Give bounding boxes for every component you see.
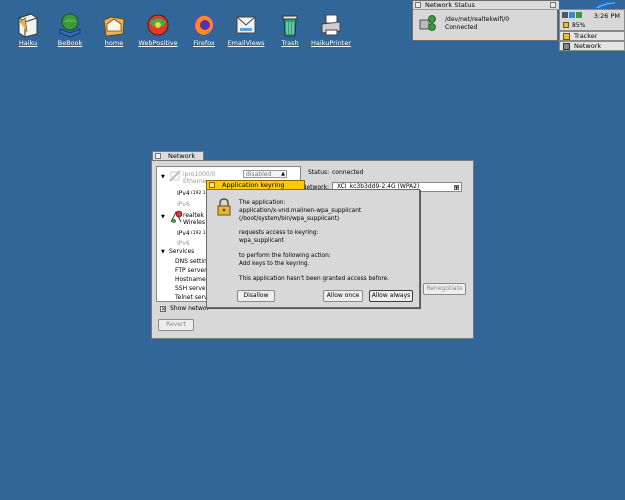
disallow-button[interactable]: Disallow [237,290,275,302]
email-icon [233,12,259,38]
show-networks-checkbox[interactable]: ✕ [160,306,166,313]
webpositive-globe-icon [145,12,171,38]
tray-app-icon[interactable] [562,12,568,18]
deskbar-tracker-item[interactable]: Tracker [559,31,625,41]
keyring-dialog-title-tab[interactable]: Application keyring access [206,180,305,197]
expand-arrow-icon[interactable]: ▼ [161,214,165,220]
close-icon[interactable] [209,182,215,188]
deskbar-network-item[interactable]: Network [559,41,625,51]
show-networks-label: Show networ [170,305,209,312]
status-label: Status: [308,169,330,176]
tray-network-icon[interactable] [576,12,582,18]
services-label[interactable]: Services [169,248,194,255]
renegotiate-button[interactable]: Renegotiate [423,283,466,295]
window-title: Network Status [425,1,475,9]
close-icon[interactable] [415,2,421,8]
service-item[interactable]: SSH server [175,285,208,292]
deskbar-item-label: Network [574,42,602,50]
close-icon[interactable] [155,153,161,159]
ipv4-label[interactable]: IPv4 [177,230,190,237]
tray-volume-icon[interactable] [569,12,575,18]
desktop-icon-haikuprinter[interactable]: HaikuPrinter [303,12,359,47]
dialog-app-path: (/boot/system/bin/wpa_supplicant) [239,216,340,222]
dialog-app-signature: application/x-vnd.malinen-wpa_supplicant [239,208,362,214]
network-window-title-tab[interactable]: Network [152,151,204,160]
chevron-down-icon: ▼ [454,185,459,190]
expand-arrow-icon[interactable]: ▼ [161,249,165,255]
tray-battery-icon[interactable] [563,22,569,28]
tracker-icon [563,33,570,40]
network-status-window: Network Status /dev/net/realtekwifi/0 Co… [412,0,559,41]
network-status-title-tab[interactable]: Network Status [413,1,559,10]
printer-icon [318,12,344,38]
allow-once-button[interactable]: Allow once [323,290,363,302]
iface-type: Wireles [183,219,205,226]
home-folder-icon [101,12,127,38]
firefox-icon [191,12,217,38]
iface-name[interactable]: ipro1000/0 [183,171,216,178]
dialog-notice: This application hasn't been granted acc… [239,276,389,282]
zoom-icon[interactable] [550,2,556,8]
network-connection-status: Connected [445,24,478,31]
network-icon [563,43,570,50]
wifi-connected-icon [170,210,183,223]
iface-type: Etherne [183,178,207,185]
service-item[interactable]: Telnet serv [175,294,208,301]
ipv6-label[interactable]: IPv6 [177,240,190,247]
chevron-up-icon: ▲ [281,171,285,177]
deskbar-tray: 3:26 PM 85% [559,9,625,31]
revert-button[interactable]: Revert [158,319,194,331]
dialog-text-line: requests access to keyring: [239,230,319,236]
desktop-icon-label: HaikuPrinter [311,39,351,47]
haiku-drive-icon [15,12,41,38]
ethernet-disabled-icon [169,170,181,182]
deskbar-clock[interactable]: 3:26 PM [594,12,620,20]
trash-icon [277,12,303,38]
ipv6-label[interactable]: IPv6 [177,201,190,208]
ipv4-label[interactable]: IPv4 [177,190,190,197]
lock-icon [217,198,231,216]
network-device-path: /dev/net/realtekwifi/0 [445,16,510,23]
status-value: connected [332,169,364,176]
dialog-action: Add keys to the keyring. [239,261,310,267]
battery-level: 85% [572,22,586,29]
dialog-text-line: to perform the following action: [239,253,331,259]
keyring-access-dialog: The application: application/x-vnd.malin… [206,189,420,308]
service-item[interactable]: FTP server [175,267,207,274]
allow-always-button[interactable]: Allow always [369,290,413,302]
dialog-text-line: The application: [239,200,286,206]
iface-name[interactable]: realtek [183,212,204,219]
expand-arrow-icon[interactable]: ▼ [161,174,165,180]
wifi-status-icon [419,15,436,31]
globe-book-icon [57,12,83,38]
window-title: Network [168,152,196,160]
iface-state: disabled [246,171,272,178]
deskbar-item-label: Tracker [574,32,598,40]
deskbar: 3:26 PM 85% Tracker Network [559,0,625,52]
dialog-keyring-name: wpa_supplicant [239,238,284,244]
iface-dropdown[interactable]: disabled ▲ [243,170,287,178]
